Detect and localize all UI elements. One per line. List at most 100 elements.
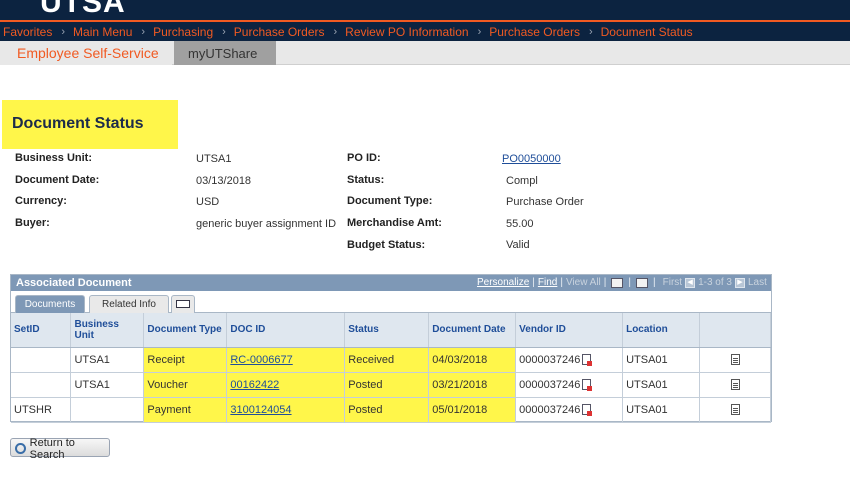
budget-status-value: Valid: [506, 239, 530, 251]
chevron-right-icon: ›: [333, 25, 338, 38]
vendor-id-value: 0000037246: [519, 403, 581, 416]
cell-status: Received: [344, 347, 430, 373]
cell-setid: [11, 372, 72, 398]
cell-vendor-id: 0000037246: [515, 397, 624, 423]
cell-details: [699, 372, 771, 398]
grid-title: Associated Document: [16, 277, 132, 289]
cell-doc-id: 00162422: [226, 372, 346, 398]
vendor-details-icon[interactable]: [582, 404, 593, 417]
col-status[interactable]: Status: [344, 313, 430, 348]
po-id-link[interactable]: PO0050000: [502, 153, 561, 165]
cell-location: UTSA01: [622, 397, 701, 423]
breadcrumb-purchase-orders-2[interactable]: Purchase Orders: [489, 25, 580, 39]
document-type-value: Purchase Order: [506, 196, 584, 208]
chevron-right-icon: ›: [477, 25, 482, 38]
breadcrumb-favorites[interactable]: Favorites: [0, 25, 52, 39]
currency-label: Currency:: [15, 195, 67, 207]
tab-related-info[interactable]: Related Info: [89, 295, 169, 313]
row-range: 1-3 of 3: [698, 277, 732, 288]
page-title-highlight: Document Status: [2, 100, 178, 149]
first-link[interactable]: First: [663, 277, 682, 288]
po-id-label: PO ID:: [347, 152, 381, 164]
buyer-value: generic buyer assignment ID: [196, 218, 337, 230]
cell-setid: UTSHR: [11, 397, 72, 423]
breadcrumb-main-menu[interactable]: Main Menu: [73, 25, 132, 39]
cell-document-date: 04/03/2018: [428, 347, 517, 373]
zoom-grid-icon[interactable]: [611, 277, 624, 288]
document-details-icon[interactable]: [730, 404, 740, 416]
cell-location: UTSA01: [622, 347, 701, 373]
col-location[interactable]: Location: [622, 313, 701, 348]
view-all-link[interactable]: View All: [566, 277, 601, 288]
portal-tab-bar: Employee Self-Service myUTShare: [0, 41, 850, 65]
doc-id-link[interactable]: RC-0006677: [230, 354, 292, 366]
cell-document-type: Receipt: [143, 347, 228, 373]
chevron-right-icon: ›: [61, 25, 66, 38]
grid-header: Associated Document Personalize | Find |…: [11, 275, 771, 291]
breadcrumb-review-po[interactable]: Review PO Information: [345, 25, 468, 39]
cell-doc-id: 3100124054: [226, 397, 346, 423]
cell-business-unit: UTSA1: [70, 372, 145, 398]
vendor-details-icon[interactable]: [582, 379, 593, 392]
previous-arrow-icon[interactable]: ◀: [685, 277, 696, 288]
cell-business-unit: UTSA1: [70, 347, 145, 373]
cell-status: Posted: [344, 372, 430, 398]
search-icon: [15, 443, 26, 454]
document-date-label: Document Date:: [15, 174, 100, 186]
vendor-id-value: 0000037246: [519, 378, 581, 391]
breadcrumb: Favorites › Main Menu › Purchasing › Purcha…: [0, 22, 850, 41]
cell-details: [699, 347, 771, 373]
cell-status: Posted: [344, 397, 430, 423]
vendor-id-value: 0000037246: [519, 353, 581, 366]
table-row: UTSA1 Receipt RC-0006677 Received 04/03/…: [11, 347, 771, 373]
document-details-icon[interactable]: [730, 379, 740, 391]
last-link[interactable]: Last: [748, 277, 767, 288]
cell-document-date: 05/01/2018: [428, 397, 517, 423]
next-arrow-icon[interactable]: ▶: [734, 277, 745, 288]
breadcrumb-document-status[interactable]: Document Status: [601, 25, 693, 39]
doc-id-link[interactable]: 3100124054: [230, 404, 291, 416]
cell-location: UTSA01: [622, 372, 701, 398]
col-vendor-id[interactable]: Vendor ID: [515, 313, 624, 348]
doc-id-link[interactable]: 00162422: [230, 379, 279, 391]
cell-document-type: Payment: [143, 397, 228, 423]
document-date-value: 03/13/2018: [196, 175, 252, 187]
utsa-logo: UTSA: [40, 0, 126, 19]
grid-toolbar: Personalize | Find | View All | | | Firs…: [477, 277, 767, 288]
budget-status-label: Budget Status:: [347, 239, 426, 251]
breadcrumb-purchase-orders[interactable]: Purchase Orders: [234, 25, 325, 39]
document-details-icon[interactable]: [730, 354, 740, 366]
return-to-search-label: Return to Search: [29, 436, 75, 461]
table-row: UTSA1 Voucher 00162422 Posted 03/21/2018…: [11, 372, 771, 398]
vendor-details-icon[interactable]: [582, 354, 593, 367]
merchandise-amt-label: Merchandise Amt:: [347, 217, 442, 229]
show-all-columns-icon[interactable]: [171, 295, 195, 313]
download-grid-icon[interactable]: [636, 277, 648, 288]
find-link[interactable]: Find: [538, 277, 557, 288]
business-unit-value: UTSA1: [196, 153, 232, 165]
documents-table: SetID Business Unit Document Type DOC ID…: [11, 313, 771, 423]
col-business-unit[interactable]: Business Unit: [70, 313, 145, 348]
cell-document-date: 03/21/2018: [428, 372, 517, 398]
chevron-right-icon: ›: [222, 25, 226, 38]
page-title: Document Status: [12, 115, 144, 132]
breadcrumb-purchasing[interactable]: Purchasing: [153, 25, 213, 39]
tab-myutshare[interactable]: myUTShare: [174, 41, 276, 65]
tab-documents[interactable]: Documents: [15, 295, 85, 313]
cell-vendor-id: 0000037246: [515, 347, 624, 373]
col-doc-id[interactable]: DOC ID: [226, 313, 346, 348]
status-value: Compl: [506, 175, 538, 187]
cell-vendor-id: 0000037246: [515, 372, 624, 398]
merchandise-amt-value: 55.00: [506, 218, 534, 230]
col-document-date[interactable]: Document Date: [428, 313, 517, 348]
header-bar: UTSA: [0, 0, 850, 22]
col-document-type[interactable]: Document Type: [143, 313, 228, 348]
return-to-search-button[interactable]: Return to Search: [10, 437, 110, 461]
cell-doc-id: RC-0006677: [226, 347, 346, 373]
cell-setid: [11, 347, 72, 373]
tab-employee-self-service[interactable]: Employee Self-Service: [0, 41, 172, 65]
business-unit-label: Business Unit:: [15, 152, 93, 164]
buyer-label: Buyer:: [15, 217, 50, 229]
personalize-link[interactable]: Personalize: [477, 277, 529, 288]
col-setid[interactable]: SetID: [11, 313, 72, 348]
